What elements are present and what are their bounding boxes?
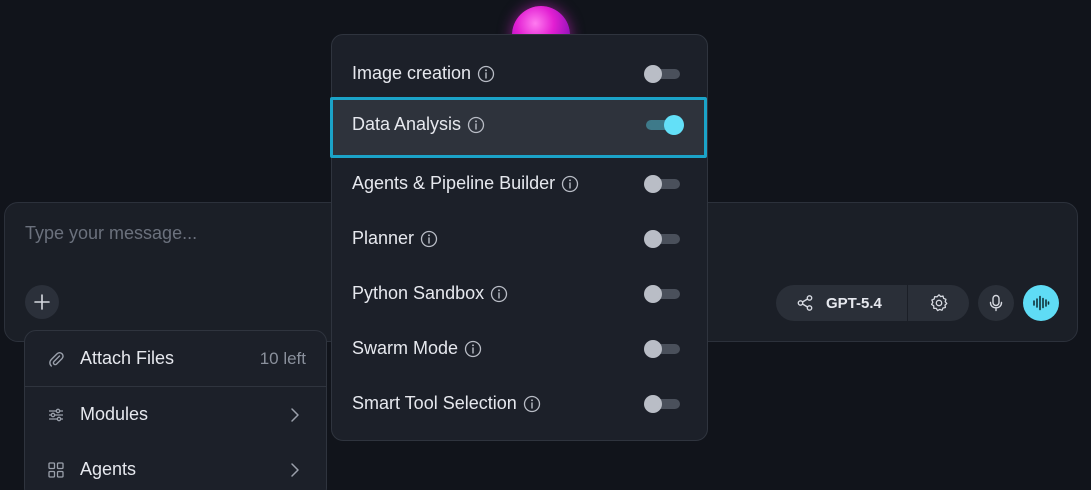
agents-label: Agents bbox=[80, 459, 137, 479]
files-left-count: 10 left bbox=[259, 348, 306, 368]
microphone-button[interactable] bbox=[978, 285, 1014, 321]
voice-mode-button[interactable] bbox=[1023, 285, 1059, 321]
model-selector-button[interactable]: GPT-5.4 bbox=[776, 285, 907, 321]
module-item-planner: Planner bbox=[332, 211, 709, 266]
plus-icon bbox=[34, 294, 50, 310]
module-item-python-sandbox: Python Sandbox bbox=[332, 266, 709, 321]
chevron-right-icon bbox=[291, 463, 299, 477]
info-icon[interactable] bbox=[464, 340, 482, 358]
module-name: Image creation bbox=[352, 63, 472, 83]
module-name: Python Sandbox bbox=[352, 283, 485, 303]
grid-icon bbox=[48, 462, 64, 478]
microphone-icon bbox=[989, 294, 1003, 312]
attach-files-label: Attach Files bbox=[80, 348, 175, 368]
info-icon[interactable] bbox=[561, 175, 579, 193]
sliders-icon bbox=[49, 408, 63, 422]
module-item-agents-pipeline-builder: Agents & Pipeline Builder bbox=[332, 156, 709, 211]
modules-item[interactable]: Modules bbox=[25, 387, 326, 442]
voice-waveform-icon bbox=[1033, 295, 1050, 311]
module-name: Swarm Mode bbox=[352, 338, 459, 358]
data-analysis-toggle[interactable] bbox=[644, 115, 684, 135]
smart-tool-selection-toggle[interactable] bbox=[644, 395, 680, 413]
info-icon[interactable] bbox=[490, 285, 508, 303]
chevron-right-icon bbox=[291, 408, 299, 422]
swarm-mode-toggle[interactable] bbox=[644, 340, 680, 358]
model-name: GPT-5.4 bbox=[826, 294, 882, 312]
module-name: Smart Tool Selection bbox=[352, 393, 517, 413]
gear-icon bbox=[930, 294, 947, 312]
share-nodes-icon bbox=[797, 295, 813, 311]
image-creation-toggle[interactable] bbox=[644, 65, 680, 83]
model-selector-group: GPT-5.4 bbox=[776, 285, 969, 321]
agents-pipeline-builder-toggle[interactable] bbox=[644, 175, 680, 193]
python-sandbox-toggle[interactable] bbox=[644, 285, 680, 303]
model-settings-button[interactable] bbox=[908, 285, 969, 321]
module-item-smart-tool-selection: Smart Tool Selection bbox=[332, 376, 709, 431]
modules-label: Modules bbox=[80, 404, 149, 424]
attach-files-item[interactable]: Attach Files 10 left bbox=[25, 331, 326, 386]
add-button[interactable] bbox=[25, 285, 59, 319]
module-item-data-analysis: Data Analysis bbox=[330, 97, 707, 158]
agents-item[interactable]: Agents bbox=[25, 442, 326, 490]
planner-toggle[interactable] bbox=[644, 230, 680, 248]
module-item-image-creation: Image creation bbox=[332, 46, 709, 101]
info-icon[interactable] bbox=[420, 230, 438, 248]
module-name: Data Analysis bbox=[352, 114, 462, 134]
module-name: Planner bbox=[352, 228, 415, 248]
info-icon[interactable] bbox=[467, 116, 485, 134]
info-icon[interactable] bbox=[477, 65, 495, 83]
module-item-swarm-mode: Swarm Mode bbox=[332, 321, 709, 376]
info-icon[interactable] bbox=[523, 395, 541, 413]
module-name: Agents & Pipeline Builder bbox=[352, 173, 556, 193]
message-input[interactable]: Type your message... bbox=[25, 223, 197, 244]
modules-panel: Image creation Data Analysis Agents & Pi… bbox=[330, 34, 709, 441]
attach-menu: Attach Files 10 left Modules Agents bbox=[24, 330, 327, 490]
paperclip-icon bbox=[49, 351, 64, 367]
